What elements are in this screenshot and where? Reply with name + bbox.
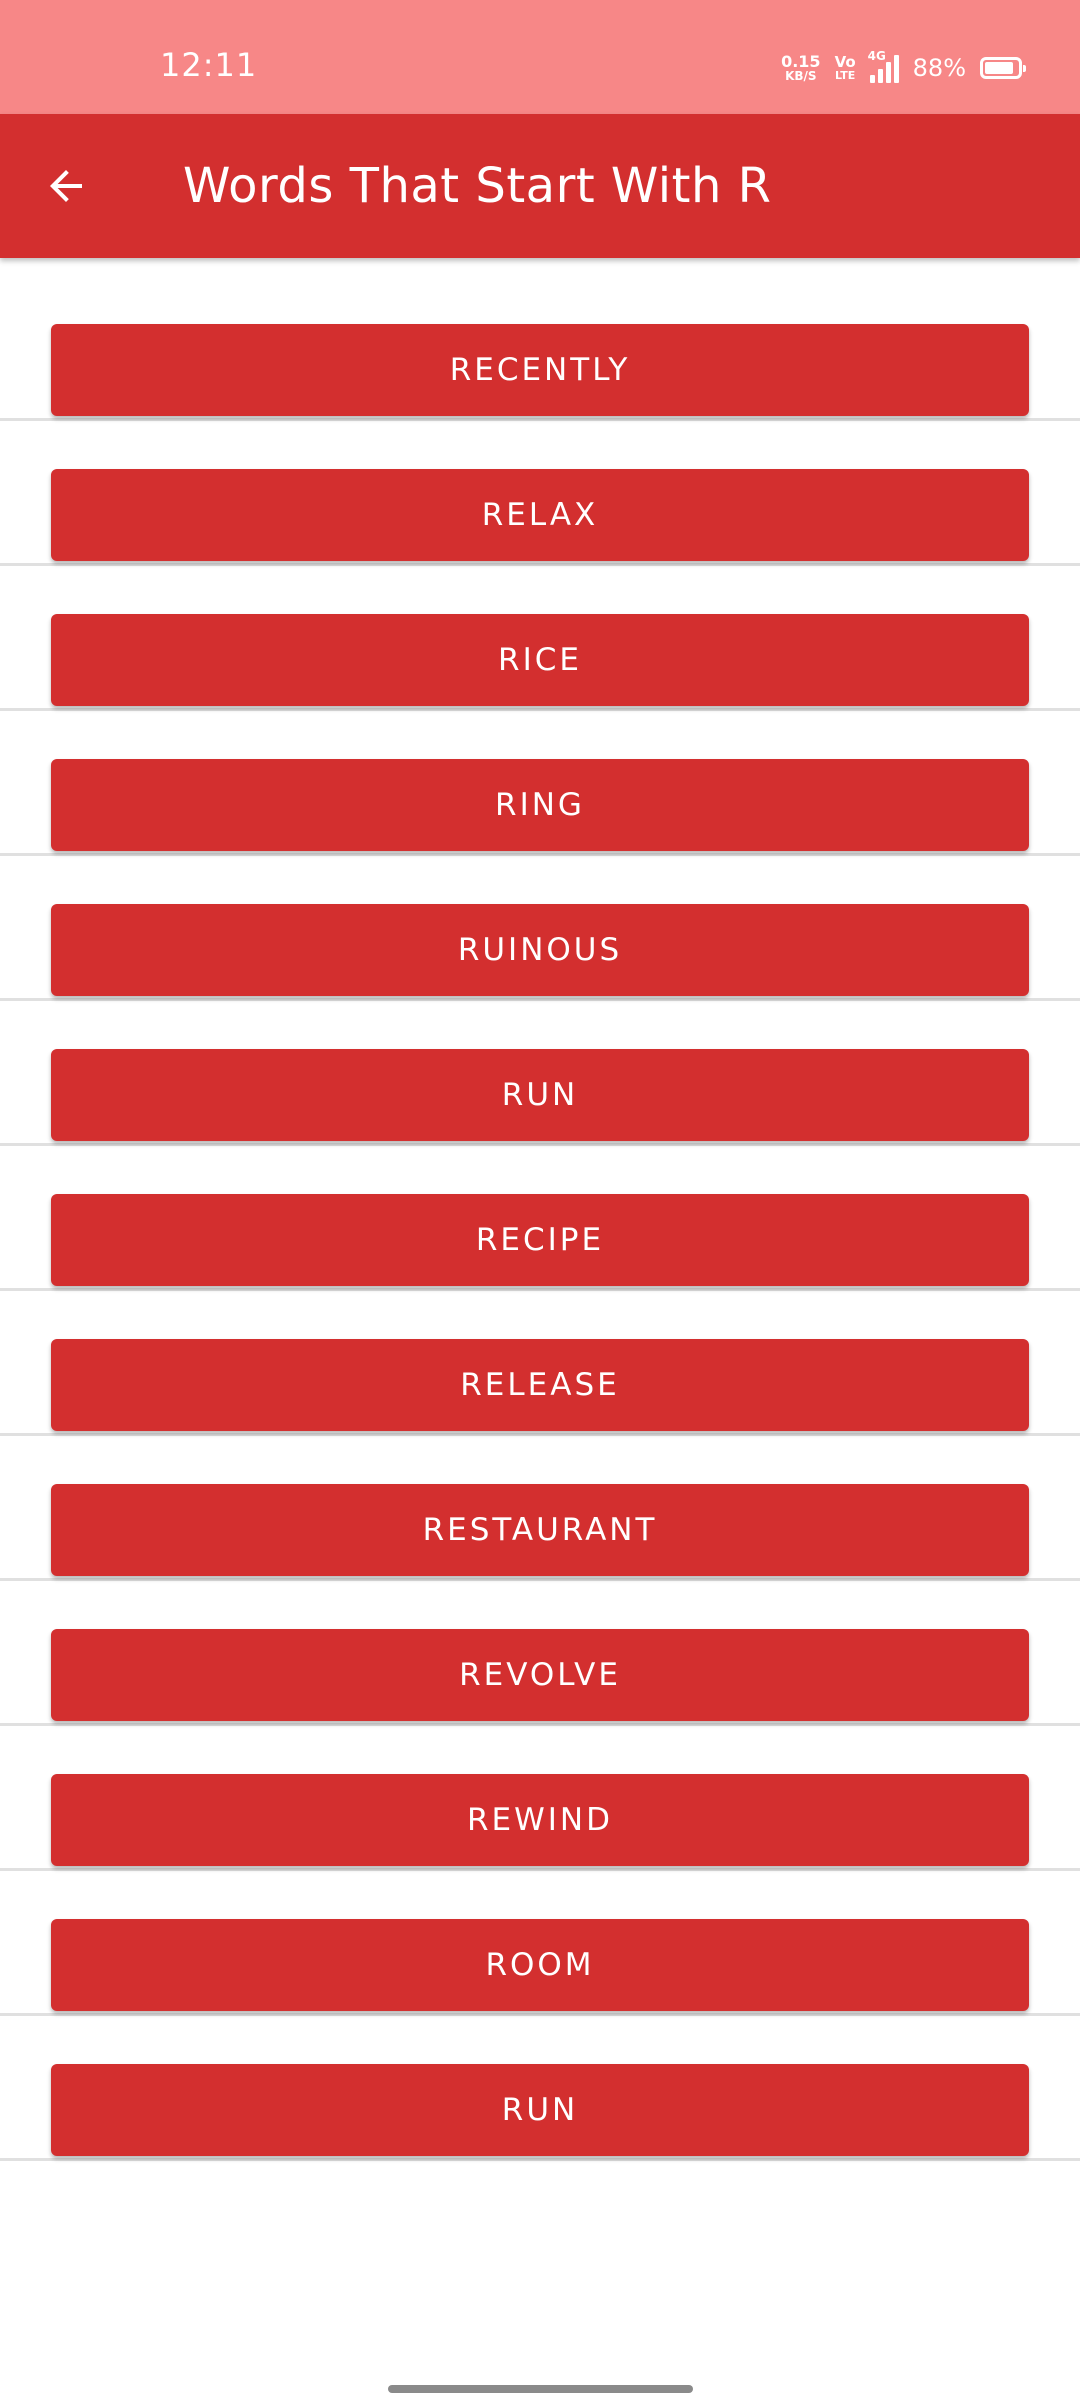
network-speed-unit: KB/S: [785, 69, 817, 83]
word-button[interactable]: RESTAURANT: [51, 1484, 1029, 1576]
signal-strength-icon: 4G: [868, 49, 899, 83]
signal-bar: [885, 62, 891, 83]
list-item: RECENTLY: [0, 276, 1080, 421]
list-item: ROOM: [0, 1871, 1080, 2016]
word-list: RECENTLY RELAX RICE RING RUINOUS RUN RECIPE REL…: [0, 276, 1080, 2161]
list-item: REWIND: [0, 1726, 1080, 1871]
app-bar: Words That Start With R: [0, 114, 1080, 258]
list-item: RELAX: [0, 421, 1080, 566]
word-button[interactable]: RECENTLY: [51, 324, 1029, 416]
signal-bar: [869, 75, 875, 83]
network-speed: 0.15 KB/S: [781, 52, 821, 83]
volte-top: Vo: [834, 53, 856, 71]
battery-icon: [980, 57, 1026, 79]
word-button[interactable]: RUN: [51, 1049, 1029, 1141]
word-button[interactable]: RING: [51, 759, 1029, 851]
list-item: RUN: [0, 2016, 1080, 2161]
list-item: RUN: [0, 1001, 1080, 1146]
list-item: RICE: [0, 566, 1080, 711]
volte-icon: Vo LTE: [834, 53, 856, 82]
word-button[interactable]: REVOLVE: [51, 1629, 1029, 1721]
network-type: 4G: [867, 49, 886, 63]
battery-percent: 88%: [912, 54, 966, 82]
word-button[interactable]: RUN: [51, 2064, 1029, 2156]
word-button[interactable]: RUINOUS: [51, 904, 1029, 996]
word-button[interactable]: RICE: [51, 614, 1029, 706]
status-bar: 12:11 0.15 KB/S Vo LTE 4G 88%: [0, 0, 1080, 114]
home-indicator[interactable]: [388, 2385, 693, 2393]
list-item: RUINOUS: [0, 856, 1080, 1001]
list-item: RELEASE: [0, 1291, 1080, 1436]
word-button[interactable]: RECIPE: [51, 1194, 1029, 1286]
list-item: RING: [0, 711, 1080, 856]
word-button[interactable]: RELAX: [51, 469, 1029, 561]
back-button[interactable]: [30, 150, 102, 222]
list-item: RESTAURANT: [0, 1436, 1080, 1581]
word-button[interactable]: REWIND: [51, 1774, 1029, 1866]
signal-bar: [893, 55, 899, 83]
network-speed-value: 0.15: [781, 52, 821, 71]
word-button[interactable]: RELEASE: [51, 1339, 1029, 1431]
volte-bottom: LTE: [835, 69, 856, 82]
status-icons: 0.15 KB/S Vo LTE 4G 88%: [781, 49, 1026, 86]
list-item: RECIPE: [0, 1146, 1080, 1291]
page-title: Words That Start With R: [183, 158, 772, 214]
signal-bar: [877, 69, 883, 83]
list-item: REVOLVE: [0, 1581, 1080, 1726]
arrow-left-icon: [50, 170, 82, 202]
word-button[interactable]: ROOM: [51, 1919, 1029, 2011]
status-time: 12:11: [160, 46, 258, 84]
battery-fill: [985, 62, 1014, 74]
